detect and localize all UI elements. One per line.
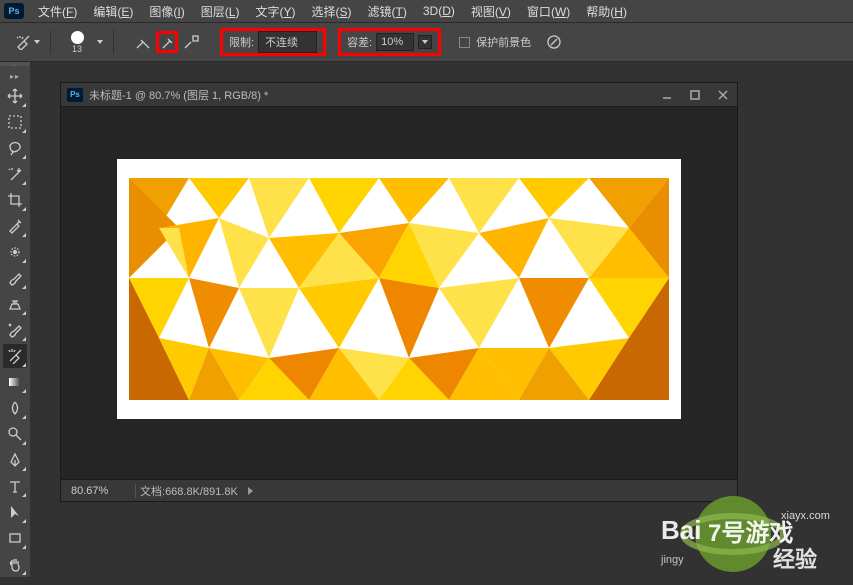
menu-help[interactable]: 帮助(H) (578, 1, 635, 22)
minimize-button[interactable] (653, 84, 681, 106)
path-select-tool[interactable] (3, 500, 27, 524)
tolerance-dropdown[interactable] (418, 35, 432, 49)
protect-fg-label: 保护前景色 (476, 34, 531, 50)
canvas-area[interactable] (61, 107, 737, 477)
brush-preview[interactable]: 13 (61, 31, 93, 54)
close-button[interactable] (709, 84, 737, 106)
lasso-tool[interactable] (3, 136, 27, 160)
status-info[interactable]: 文档:668.8K/891.8K (140, 483, 238, 499)
limit-value: 不连续 (265, 37, 298, 49)
move-tool[interactable] (3, 84, 27, 108)
menu-select[interactable]: 选择(S) (303, 1, 359, 22)
menu-3d[interactable]: 3D(D) (415, 2, 463, 20)
divider (113, 30, 114, 54)
document-titlebar[interactable]: Ps 未标题-1 @ 80.7% (图层 1, RGB/8) * (61, 83, 737, 107)
app-logo: Ps (4, 3, 24, 19)
svg-text:Bai: Bai (661, 515, 701, 545)
tolerance-input[interactable]: 10% (376, 33, 414, 51)
tolerance-value: 10% (381, 36, 403, 48)
sampling-once-button[interactable] (156, 31, 178, 53)
menu-image[interactable]: 图像(I) (141, 1, 192, 22)
document-title: 未标题-1 @ 80.7% (图层 1, RGB/8) * (89, 87, 653, 103)
eraser-tool[interactable] (3, 344, 27, 368)
brush-size-label: 13 (72, 44, 82, 54)
options-bar: 13 限制: 不连续 容差: 10% 保护前景色 (0, 22, 853, 62)
rectangle-tool[interactable] (3, 526, 27, 550)
menu-filter[interactable]: 滤镜(T) (360, 1, 415, 22)
blur-tool[interactable] (3, 396, 27, 420)
maximize-button[interactable] (681, 84, 709, 106)
canvas[interactable] (117, 159, 681, 419)
magic-wand-tool[interactable] (3, 162, 27, 186)
chevron-down-icon[interactable] (97, 40, 103, 44)
brush-tool[interactable] (3, 266, 27, 290)
tolerance-option-group: 容差: 10% (338, 28, 441, 56)
limit-select[interactable]: 不连续 (258, 31, 317, 53)
sampling-continuous-button[interactable] (132, 31, 154, 53)
watermark: Bai 7号游戏 经验 xiayx.com jingy (623, 489, 843, 579)
menu-view[interactable]: 视图(V) (463, 1, 519, 22)
limit-option-group: 限制: 不连续 (220, 28, 326, 56)
limit-label: 限制: (229, 34, 254, 50)
document-window: Ps 未标题-1 @ 80.7% (图层 1, RGB/8) * (60, 82, 738, 502)
crop-tool[interactable] (3, 188, 27, 212)
chevron-down-icon (422, 40, 428, 44)
dodge-tool[interactable] (3, 422, 27, 446)
history-brush-tool[interactable] (3, 318, 27, 342)
menu-window[interactable]: 窗口(W) (519, 1, 578, 22)
divider (135, 484, 136, 498)
menu-file[interactable]: 文件(F) (30, 1, 85, 22)
artwork-polygons (129, 178, 669, 400)
gradient-tool[interactable] (3, 370, 27, 394)
marquee-tool[interactable] (3, 110, 27, 134)
spot-heal-tool[interactable] (3, 240, 27, 264)
eyedropper-tool[interactable] (3, 214, 27, 238)
svg-text:7号游戏: 7号游戏 (708, 519, 793, 547)
pen-tool[interactable] (3, 448, 27, 472)
clone-stamp-tool[interactable] (3, 292, 27, 316)
sampling-mode-group (132, 31, 202, 53)
status-flyout-icon[interactable] (248, 487, 253, 495)
menu-edit[interactable]: 编辑(E) (85, 1, 141, 22)
protect-fg-option[interactable]: 保护前景色 (459, 34, 531, 50)
svg-text:jingy: jingy (660, 554, 684, 566)
menu-type[interactable]: 文字(Y) (247, 1, 303, 22)
toolbox-expand[interactable]: ▸▸ (10, 70, 20, 83)
svg-text:经验: 经验 (773, 547, 817, 572)
brush-shape-icon (71, 31, 84, 44)
svg-text:xiayx.com: xiayx.com (781, 510, 830, 522)
hand-tool[interactable] (3, 552, 27, 576)
chevron-down-icon (34, 40, 40, 44)
menu-layer[interactable]: 图层(L) (193, 1, 248, 22)
divider (50, 30, 51, 54)
document-ps-icon: Ps (67, 88, 83, 102)
menubar: Ps 文件(F) 编辑(E) 图像(I) 图层(L) 文字(Y) 选择(S) 滤… (0, 0, 853, 22)
sampling-bg-swatch-button[interactable] (180, 31, 202, 53)
background-eraser-icon (14, 33, 32, 51)
zoom-level[interactable]: 80.67% (71, 485, 131, 497)
tool-preset-picker[interactable] (14, 33, 40, 51)
tolerance-label: 容差: (347, 34, 372, 50)
tablet-pressure-button[interactable] (545, 33, 563, 51)
checkbox-icon[interactable] (459, 37, 470, 48)
toolbox: ▸▸ (0, 66, 30, 577)
type-tool[interactable] (3, 474, 27, 498)
